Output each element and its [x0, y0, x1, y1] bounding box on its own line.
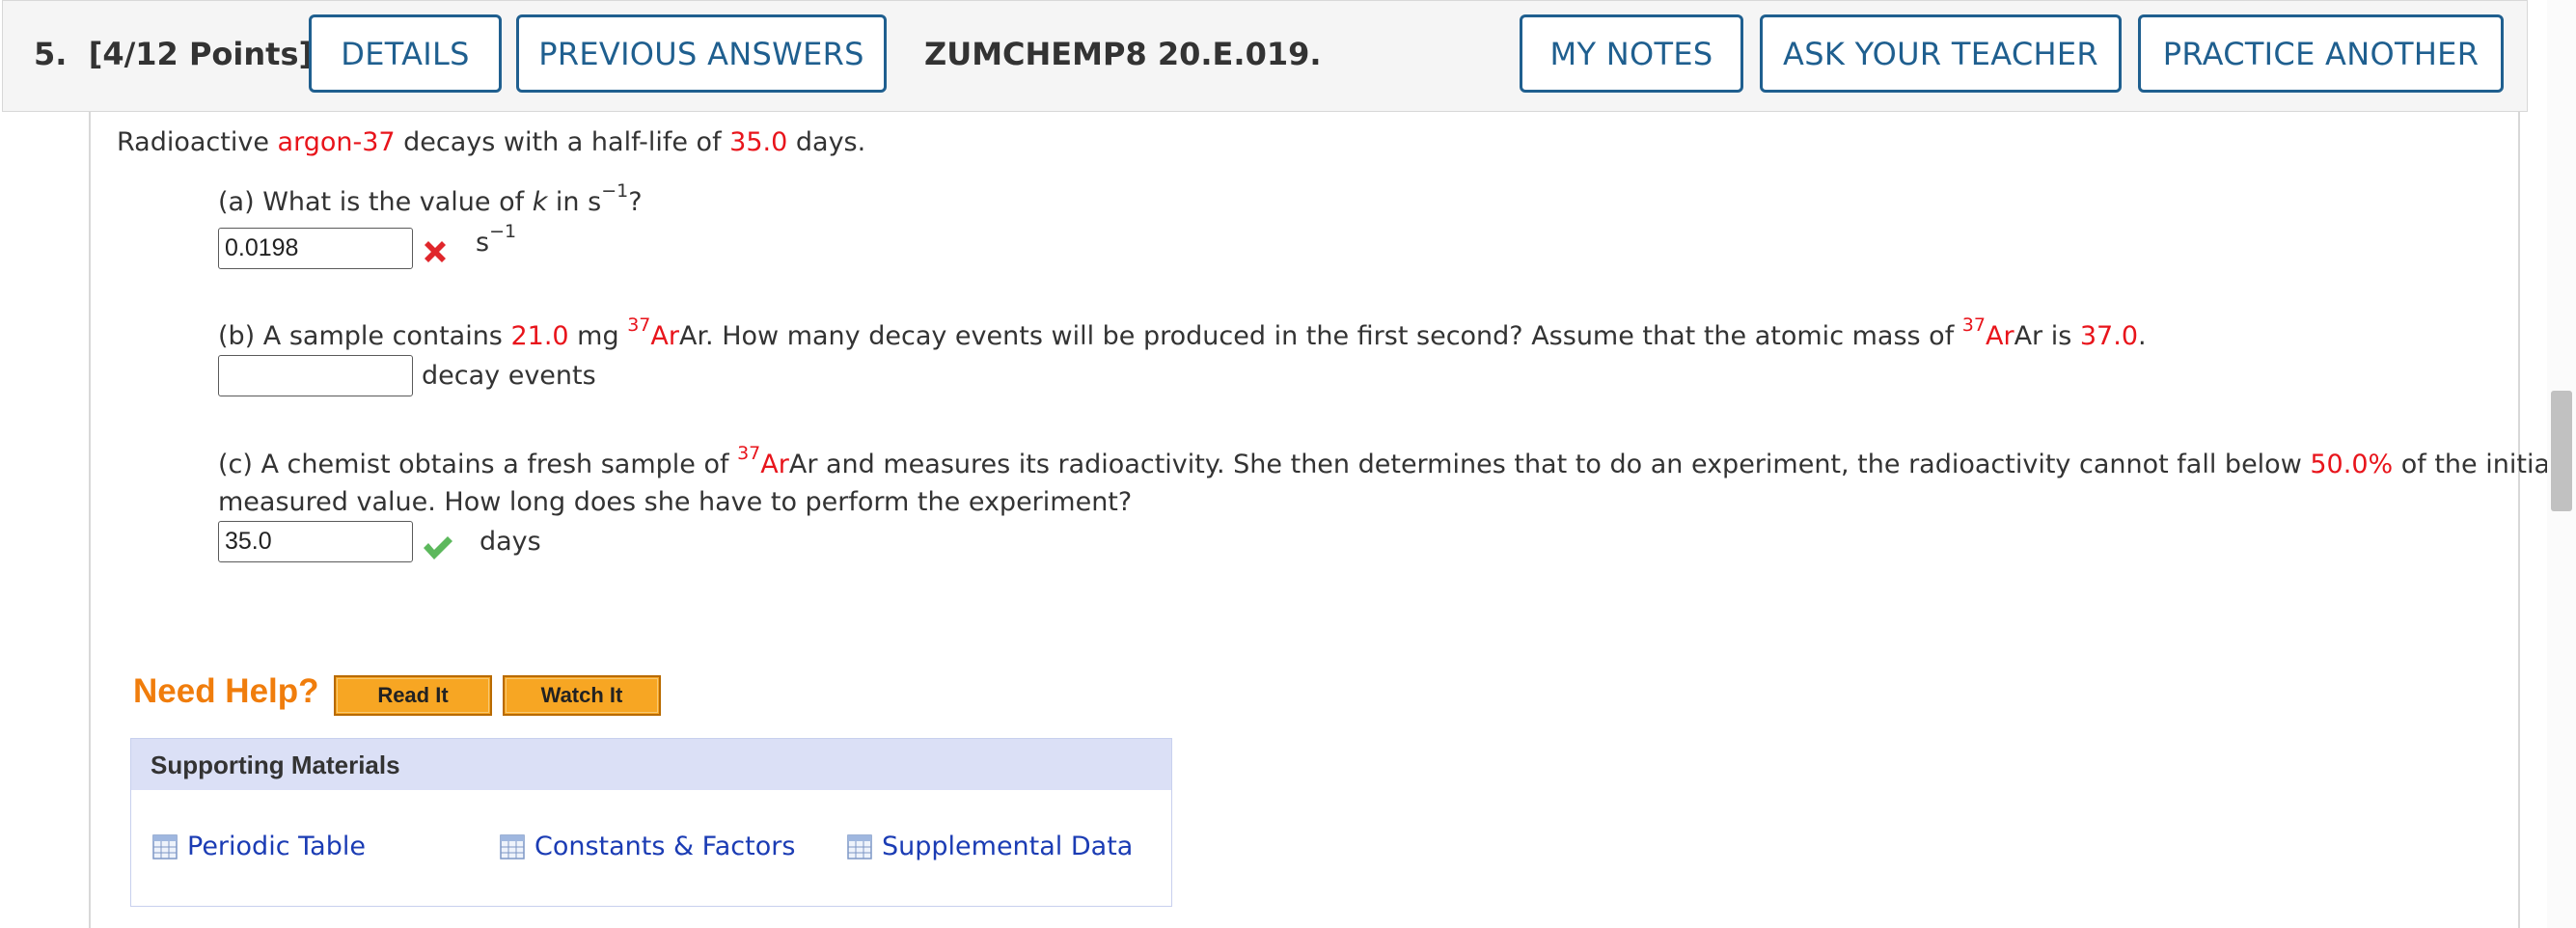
incorrect-x-icon [425, 241, 446, 262]
supporting-materials-title: Supporting Materials [131, 739, 1171, 790]
supplemental-data-link[interactable]: Supplemental Data [847, 832, 1133, 861]
details-button[interactable]: DETAILS [309, 14, 502, 93]
part-b-unit: decay events [422, 361, 596, 391]
need-help-label: Need Help? [133, 672, 319, 710]
table-icon [500, 833, 525, 860]
practice-another-button[interactable]: PRACTICE ANOTHER [2138, 14, 2504, 93]
my-notes-button[interactable]: MY NOTES [1520, 14, 1743, 93]
part-c-unit: days [480, 527, 541, 557]
correct-check-icon [424, 536, 452, 560]
table-icon [847, 833, 872, 860]
constants-factors-link[interactable]: Constants & Factors [500, 832, 795, 861]
points-text: [4/12 Points] [88, 36, 314, 72]
question-header: 5. [4/12 Points] DETAILS PREVIOUS ANSWER… [2, 0, 2528, 112]
watch-it-button[interactable]: Watch It [503, 675, 661, 716]
part-b-answer-input[interactable] [218, 355, 413, 396]
ask-teacher-button[interactable]: ASK YOUR TEACHER [1760, 14, 2122, 93]
read-it-button[interactable]: Read It [334, 675, 492, 716]
question-number: 5. [4/12 Points] [34, 36, 313, 72]
scrollbar-thumb[interactable] [2551, 391, 2572, 511]
part-a-unit: s−1 [476, 221, 517, 259]
periodic-table-link[interactable]: Periodic Table [152, 832, 366, 861]
supplemental-data-link-text: Supplemental Data [882, 832, 1134, 861]
part-c-prompt-line1: (c) A chemist obtains a fresh sample of … [218, 443, 2558, 480]
part-c-answer-input[interactable]: 35.0 [218, 521, 413, 562]
part-b-prompt: (b) A sample contains 21.0 mg 37ArAr. Ho… [218, 314, 2147, 352]
part-a-prompt: (a) What is the value of k in s−1? [218, 180, 643, 218]
table-icon [152, 833, 178, 860]
question-page: 5. [4/12 Points] DETAILS PREVIOUS ANSWER… [0, 0, 2576, 928]
supporting-materials-box: Supporting Materials Periodic Table Cons… [130, 738, 1172, 907]
question-intro: Radioactive argon-37 decays with a half-… [117, 127, 866, 157]
part-a-answer-input[interactable]: 0.0198 [218, 228, 413, 269]
constants-factors-link-text: Constants & Factors [534, 832, 796, 861]
question-code: ZUMCHEMP8 20.E.019. [924, 36, 1322, 72]
part-c-prompt-line2: measured value. How long does she have t… [218, 487, 1133, 517]
question-number-text: 5. [34, 36, 68, 72]
previous-answers-button[interactable]: PREVIOUS ANSWERS [516, 14, 887, 93]
periodic-table-link-text: Periodic Table [187, 832, 366, 861]
